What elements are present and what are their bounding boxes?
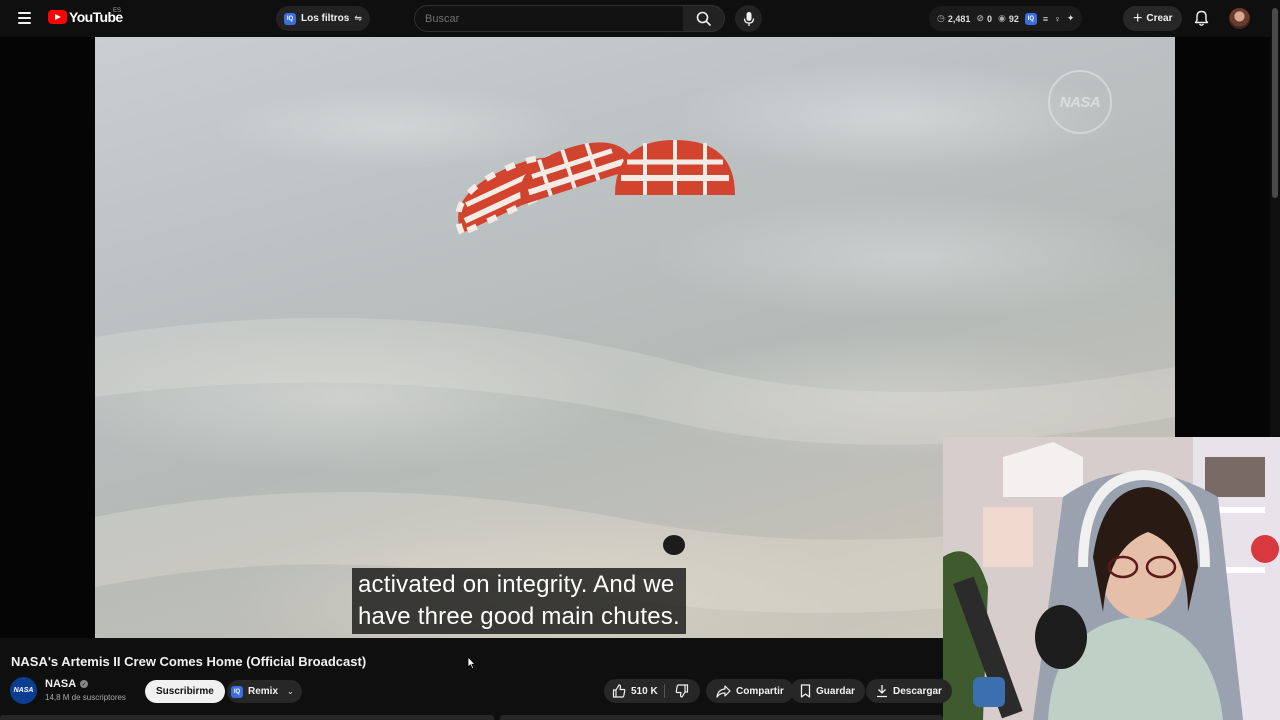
thumbs-down-icon [675,684,689,698]
parachute-right [615,140,735,195]
share-button[interactable]: Compartir [706,679,794,703]
menu-icon[interactable] [12,6,36,30]
dislike-button[interactable] [666,679,698,703]
nasa-logo-text: NASA [13,687,34,694]
stat-value: 2,481 [947,13,971,24]
subscribe-button[interactable]: Suscribirme [145,680,225,703]
channel-avatar[interactable]: NASA [10,677,37,704]
caption-line: have three good main chutes. [358,603,680,630]
like-divider [664,684,665,698]
save-button[interactable]: Guardar [790,679,865,703]
channel-name[interactable]: NASA ✓ [45,678,89,690]
filters-chip[interactable]: IQ Los filtros ⇋ [276,6,370,31]
subscriber-count: 14,8 M de suscriptores [45,693,126,702]
scrollbar-thumb[interactable] [1272,8,1278,198]
comments-box-edge [500,715,943,720]
region-code: ES [113,8,122,14]
extension-stats[interactable]: ◷ 2,481 ⊘ 0 ◉ 92 IQ ≡ ♀ ✦ [929,6,1083,31]
search-icon [696,11,711,26]
caption-line: activated on integrity. And we [358,571,675,598]
orion-capsule [663,535,685,555]
iq-badge-icon: IQ [284,12,296,25]
youtube-logo[interactable]: YouTube [48,9,123,25]
voice-search-button[interactable] [735,5,762,32]
microphone-icon [743,11,754,26]
download-icon [877,685,887,698]
list-icon[interactable]: ≡ [1043,14,1048,24]
nasa-watermark: NASA [1048,70,1112,134]
channel-name-text: NASA [45,678,77,690]
description-box-edge [0,715,494,720]
masthead: YouTube ES IQ Los filtros ⇋ ◷2,481 ⊘0 ◉9… [0,0,1280,37]
eye-icon: ◉ [997,13,1006,23]
youtube-play-icon [48,10,67,24]
bookmark-icon [800,684,811,698]
remix-label: Remix [248,686,279,697]
webcam-overlay [943,437,1280,720]
like-count: 510 K [631,685,658,697]
iq-extension-icon[interactable]: IQ [1024,12,1037,25]
video-title: NASA's Artemis II Crew Comes Home (Offic… [11,654,367,669]
trophy-icon[interactable]: ♀ [1054,14,1061,24]
save-label: Guardar [816,685,855,697]
create-button[interactable]: + Crear [1123,6,1183,31]
watermark-text: NASA [1059,93,1101,111]
sliders-icon: ⇋ [354,13,362,23]
captions: activated on integrity. And we have thre… [352,568,686,634]
stat-hidden: ⊘ 0 [976,13,992,24]
plus-icon: + [1133,9,1143,27]
stat-value: 0 [986,13,992,24]
stat-watch-time: ◷ 2,481 [937,13,970,24]
stat-value: 92 [1008,13,1019,24]
bell-icon [1194,10,1208,26]
eye-off-icon: ⊘ [976,13,984,23]
clock-icon: ◷ [937,13,945,23]
search-button[interactable] [683,5,725,32]
download-button[interactable]: Descargar [866,679,952,703]
filters-chip-label: Los filtros [301,13,350,24]
verified-check-icon: ✓ [80,680,89,688]
sparkle-icon[interactable]: ✦ [1067,13,1075,24]
mouse-cursor-icon [467,656,476,670]
thumbs-up-icon [612,684,626,698]
download-label: Descargar [893,685,942,697]
stat-views: ◉ 92 [998,13,1019,24]
create-label: Crear [1146,13,1173,24]
account-avatar[interactable] [1229,8,1250,29]
remix-button[interactable]: IQ Remix ⌄ [227,680,302,703]
iq-badge-icon: IQ [231,685,243,698]
notifications-button[interactable] [1189,6,1213,30]
chevron-down-icon: ⌄ [287,687,294,696]
search-input[interactable] [425,12,683,25]
webcam-image [943,437,1280,720]
share-icon [716,684,731,698]
share-label: Compartir [736,685,784,697]
search-box [414,5,684,32]
like-button[interactable]: 510 K [604,679,664,703]
